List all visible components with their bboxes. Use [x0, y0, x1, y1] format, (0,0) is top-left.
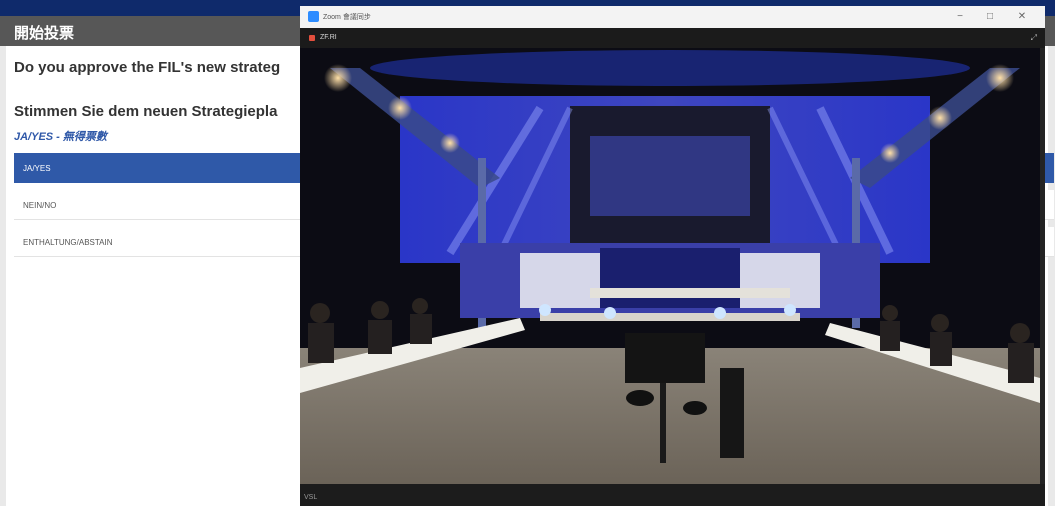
video-feed[interactable] [300, 48, 1040, 484]
participant-name: ZF.RI [320, 34, 337, 41]
recording-icon [309, 35, 315, 41]
conference-stage-video [300, 48, 1040, 484]
zoom-participant-bar: ZF.RI ⤢ [300, 28, 1045, 48]
vote-title: 開始投票 [14, 25, 75, 42]
zoom-title-bar[interactable]: Zoom 會議同步 − □ ✕ [300, 6, 1045, 28]
close-button[interactable]: ✕ [1014, 9, 1030, 25]
maximize-button[interactable]: □ [982, 9, 998, 25]
zoom-logo-icon [308, 11, 319, 22]
current-selection-label: JA/YES - 無得票數 [14, 131, 107, 143]
option-abstain-label: ENTHALTUNG/ABSTAIN [23, 238, 113, 247]
zoom-window: Zoom 會議同步 − □ ✕ ZF.RI ⤢ VSL [300, 6, 1045, 506]
zoom-bottom-bar: VSL [300, 484, 1045, 506]
zoom-window-title: Zoom 會議同步 [323, 14, 371, 21]
option-no-label: NEIN/NO [23, 201, 57, 210]
question-german: Stimmen Sie dem neuen Strategiepla [14, 103, 278, 120]
minimize-button[interactable]: − [952, 9, 968, 25]
expand-icon[interactable]: ⤢ [1031, 33, 1037, 43]
option-yes-label: JA/YES [23, 164, 51, 173]
question-english: Do you approve the FIL's new strateg [14, 59, 281, 76]
zoom-bottom-label: VSL [304, 494, 318, 501]
